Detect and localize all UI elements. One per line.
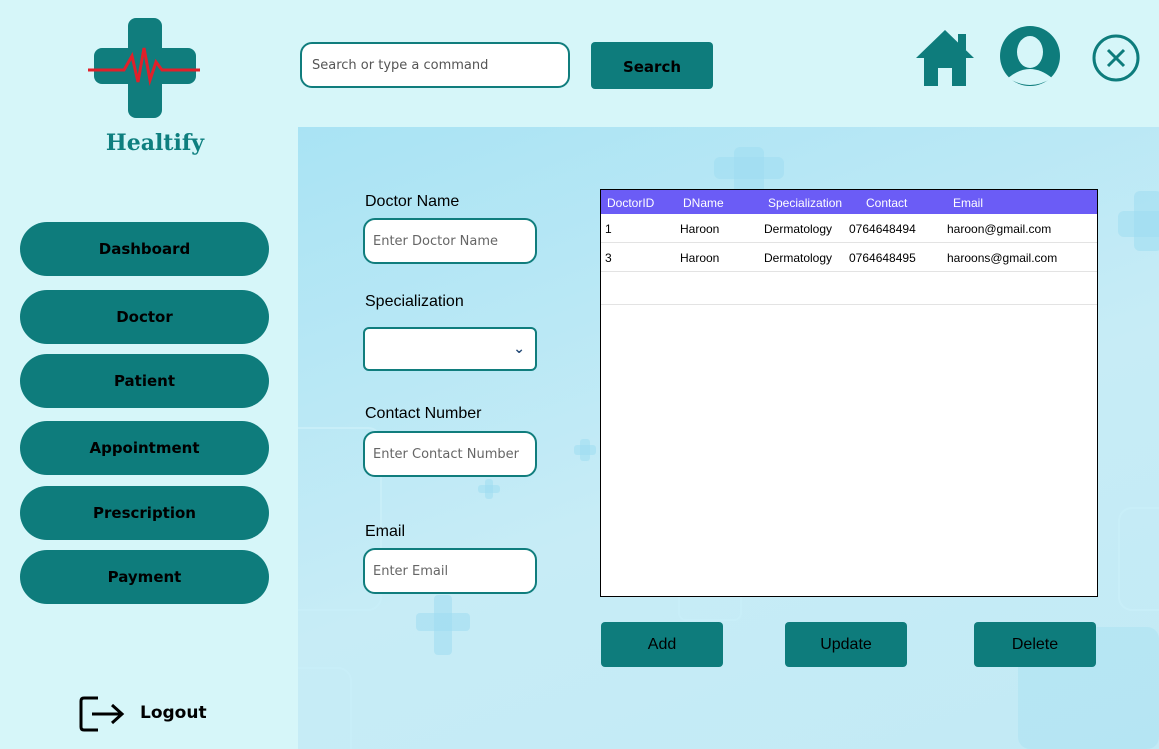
logo: [88, 18, 200, 118]
table-row[interactable]: 1 Haroon Dermatology 0764648494 haroon@g…: [601, 214, 1097, 243]
chevron-down-icon: ⌄: [513, 341, 525, 357]
cell-doctor-id: 3: [605, 251, 612, 265]
cell-contact: 0764648494: [849, 222, 916, 236]
search-input[interactable]: [300, 42, 570, 88]
email-label: Email: [365, 523, 406, 540]
logout-icon[interactable]: [78, 694, 128, 734]
brand-name: Healtify: [105, 130, 205, 156]
table-row[interactable]: 3 Haroon Dermatology 0764648495 haroons@…: [601, 243, 1097, 272]
update-button[interactable]: Update: [785, 622, 907, 667]
sidebar-item-doctor[interactable]: Doctor: [20, 290, 269, 344]
table-new-row[interactable]: [601, 272, 1097, 305]
cell-dname: Haroon: [680, 222, 720, 236]
sidebar-item-appointment[interactable]: Appointment: [20, 421, 269, 475]
search-button[interactable]: Search: [591, 42, 713, 89]
specialization-select[interactable]: ⌄: [363, 327, 537, 371]
column-header[interactable]: Specialization: [768, 196, 842, 210]
specialization-label: Specialization: [365, 293, 464, 310]
close-icon[interactable]: [1090, 32, 1142, 84]
add-button[interactable]: Add: [601, 622, 723, 667]
logout-button[interactable]: Logout: [140, 703, 207, 723]
sidebar-item-dashboard[interactable]: Dashboard: [20, 222, 269, 276]
doctor-name-field[interactable]: [363, 218, 537, 264]
sidebar-item-patient[interactable]: Patient: [20, 354, 269, 408]
contact-number-label: Contact Number: [365, 405, 482, 422]
cell-specialization: Dermatology: [764, 222, 833, 236]
column-header[interactable]: DName: [683, 196, 724, 210]
cell-contact: 0764648495: [849, 251, 916, 265]
table-header: DoctorID DName Specialization Contact Em…: [601, 190, 1097, 214]
user-avatar-icon[interactable]: [1000, 26, 1060, 86]
column-header[interactable]: Email: [953, 196, 983, 210]
email-field[interactable]: [363, 548, 537, 594]
cell-email: haroons@gmail.com: [947, 251, 1058, 265]
cell-dname: Haroon: [680, 251, 720, 265]
column-header[interactable]: DoctorID: [607, 196, 654, 210]
sidebar-item-payment[interactable]: Payment: [20, 550, 269, 604]
column-header[interactable]: Contact: [866, 196, 907, 210]
cell-email: haroon@gmail.com: [947, 222, 1052, 236]
cell-specialization: Dermatology: [764, 251, 833, 265]
logo-cross-icon: [88, 18, 200, 118]
sidebar-item-prescription[interactable]: Prescription: [20, 486, 269, 540]
delete-button[interactable]: Delete: [974, 622, 1096, 667]
doctor-name-label: Doctor Name: [365, 193, 460, 210]
cell-doctor-id: 1: [605, 222, 612, 236]
home-icon[interactable]: [914, 26, 976, 88]
contact-number-field[interactable]: [363, 431, 537, 477]
doctor-table[interactable]: DoctorID DName Specialization Contact Em…: [600, 189, 1098, 597]
